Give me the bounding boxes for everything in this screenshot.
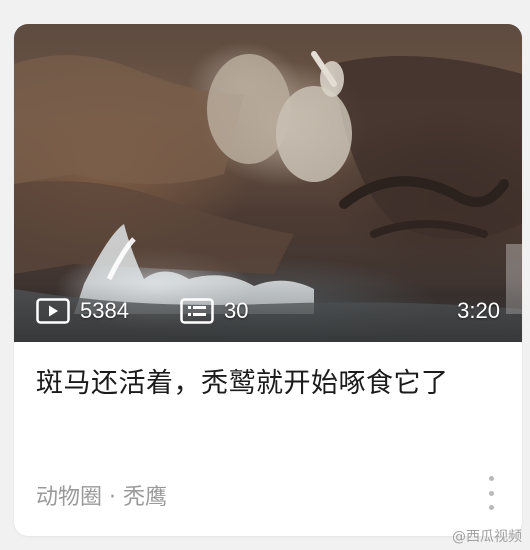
video-duration: 3:20: [457, 298, 500, 323]
danmaku-count-value: 30: [224, 298, 249, 323]
view-count: 5384: [36, 298, 129, 324]
video-meta[interactable]: 动物圈 · 秃鹰: [36, 479, 167, 511]
video-title[interactable]: 斑马还活着，秃鹫就开始啄食它了: [36, 364, 506, 404]
more-dot: [488, 505, 494, 510]
video-card[interactable]: 5384 30 3:20 斑马还活着，秃鹫就开始啄食它了 动物圈 · 秃鹰: [14, 24, 522, 536]
more-dot: [488, 490, 494, 496]
more-dot: [488, 476, 494, 481]
more-vertical-icon[interactable]: [486, 476, 496, 510]
video-thumbnail[interactable]: 5384 30 3:20: [14, 24, 522, 342]
play-icon: [36, 298, 70, 324]
danmaku-count: 30: [180, 298, 248, 324]
view-count-value: 5384: [80, 298, 129, 323]
watermark: @西瓜视频: [452, 529, 522, 545]
danmaku-list-icon: [180, 298, 214, 324]
